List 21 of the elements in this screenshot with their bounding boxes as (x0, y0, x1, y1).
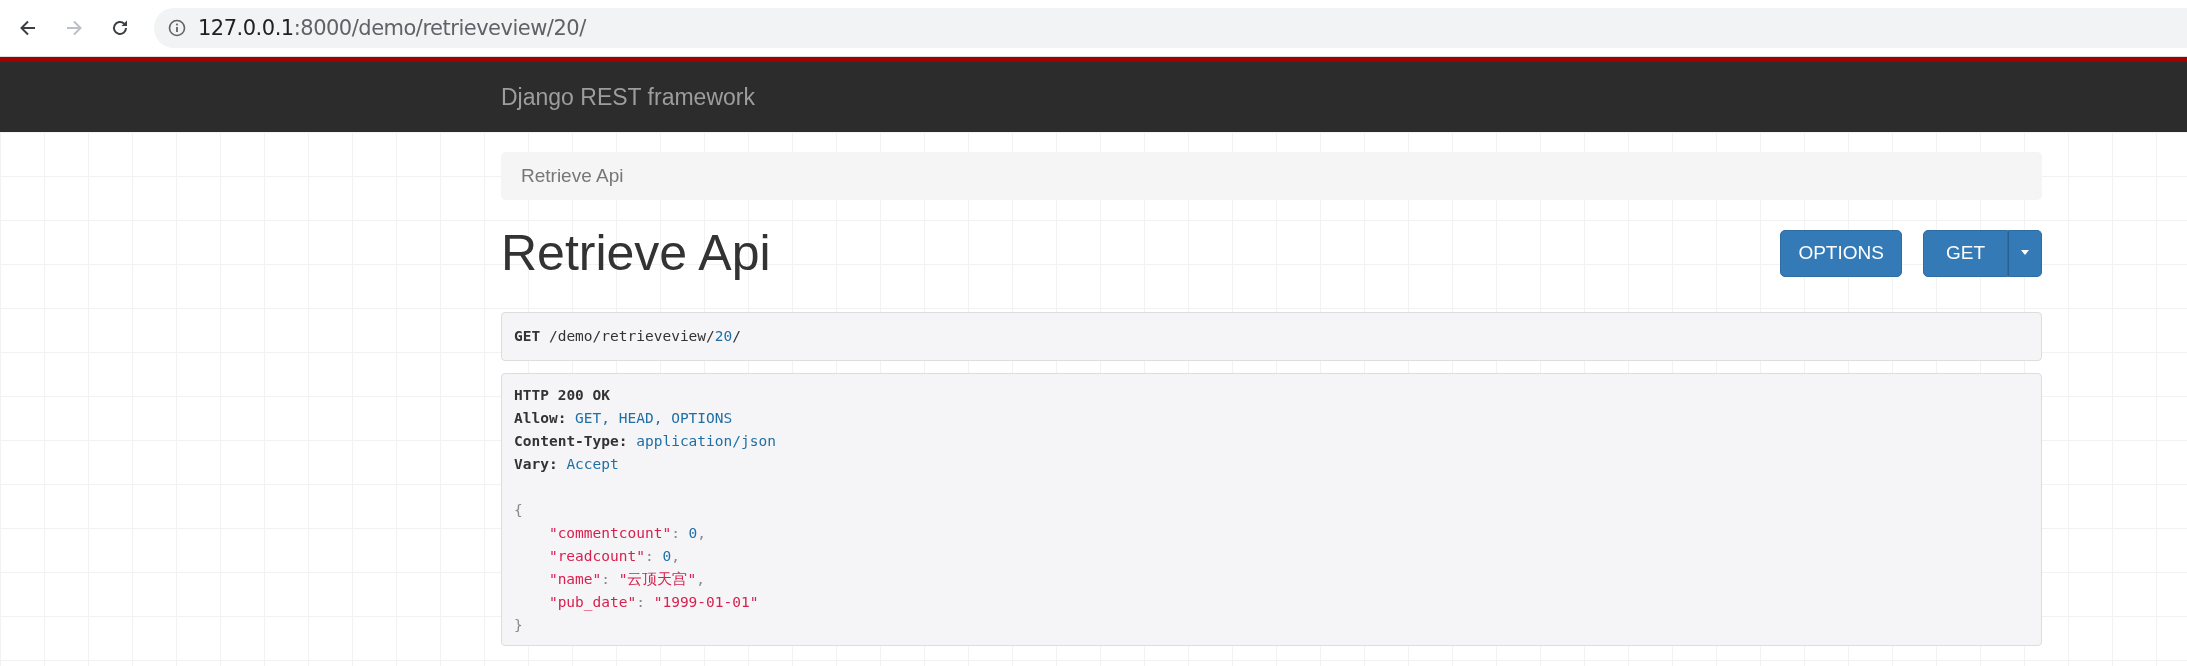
code-line: { (514, 501, 523, 520)
code-line: } (514, 616, 523, 635)
page-title: Retrieve Api (501, 224, 771, 282)
header-line: HTTP 200 OK (514, 386, 611, 405)
info-icon[interactable] (168, 19, 186, 37)
brand-link[interactable]: Django REST framework (501, 83, 755, 110)
code-line: "name": "云顶天宫", (548, 570, 705, 589)
address-bar[interactable]: 127.0.0.1:8000/demo/retrieveview/20/ (154, 8, 2187, 48)
breadcrumb-item[interactable]: Retrieve Api (521, 165, 624, 187)
options-button[interactable]: OPTIONS (1780, 229, 1902, 277)
code-line: "readcount": 0, (548, 547, 680, 566)
get-button[interactable]: GET (1922, 229, 2008, 277)
header-line: Allow: GET, HEAD, OPTIONS (514, 409, 733, 428)
code-line: "pub_date": "1999-01-01" (548, 593, 759, 613)
header-line: Vary: Accept (514, 455, 619, 474)
request-line: GET /demo/retrieveview/20/ (514, 327, 741, 346)
url-text: 127.0.0.1:8000/demo/retrieveview/20/ (198, 16, 586, 40)
code-line: "commentcount": 0, (548, 524, 707, 543)
header-line: Content-Type: application/json (514, 432, 776, 451)
dropdown-toggle[interactable] (2008, 229, 2042, 277)
caret-icon (2020, 250, 2030, 256)
